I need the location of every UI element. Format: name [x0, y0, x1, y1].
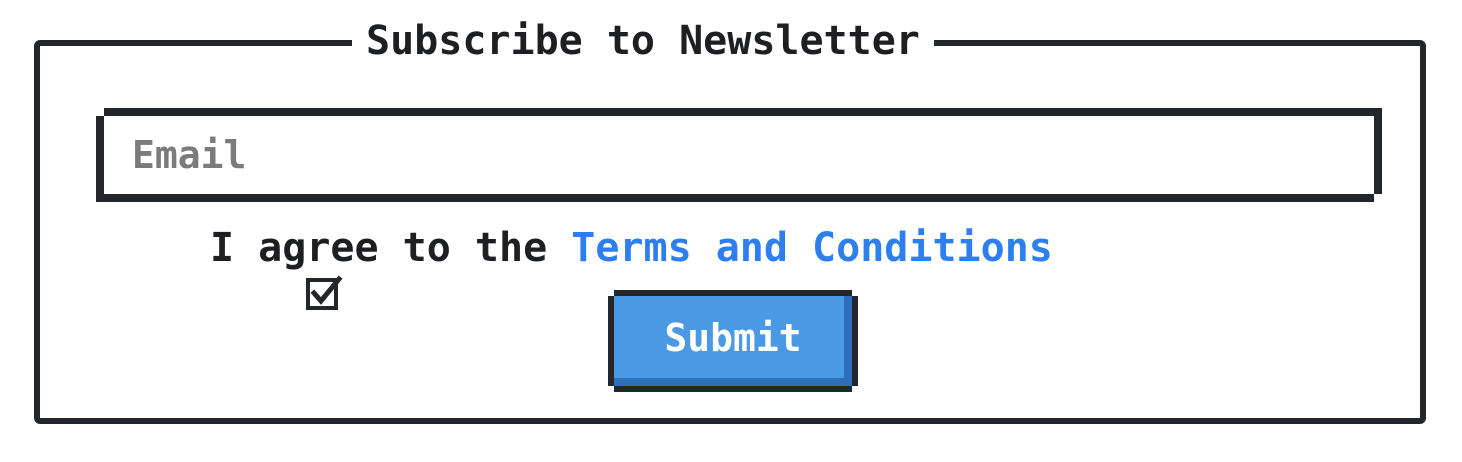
submit-label: Submit	[664, 316, 802, 360]
form-title: Subscribe to Newsletter	[352, 20, 934, 62]
checked-checkbox-icon[interactable]	[160, 229, 343, 310]
button-corner	[852, 290, 858, 296]
agree-row: I agree to the Terms and Conditions	[160, 220, 1053, 310]
email-input[interactable]	[104, 116, 1374, 194]
button-shade	[614, 378, 852, 386]
button-corner	[608, 386, 614, 392]
agree-label: I agree to the	[210, 225, 572, 271]
submit-button[interactable]: Submit	[608, 290, 858, 392]
terms-link[interactable]: Terms and Conditions	[571, 225, 1053, 271]
email-field-frame	[96, 108, 1382, 202]
button-corner	[852, 386, 858, 392]
button-corner	[608, 290, 614, 296]
newsletter-form: Subscribe to Newsletter I agree to the T…	[34, 20, 1426, 424]
